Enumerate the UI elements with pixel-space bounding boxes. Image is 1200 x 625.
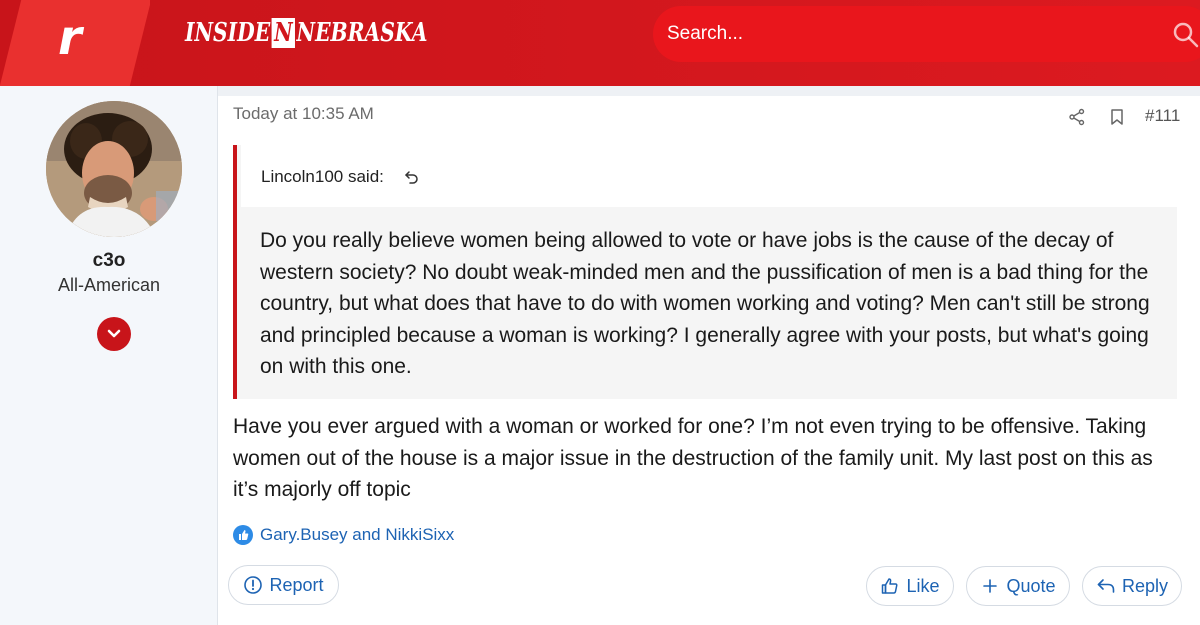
username[interactable]: c3o [0, 250, 218, 272]
user-title: All-American [57, 275, 161, 295]
quote-block: Lincoln100 said: Do you really believe w… [233, 145, 1181, 399]
avatar[interactable] [46, 101, 182, 237]
brand-right: NEBRASKA [296, 18, 428, 48]
logo-letter: r [58, 10, 82, 66]
brand-wordmark[interactable]: INSIDE N NEBRASKA [185, 18, 427, 48]
reply-button[interactable]: Reply [1082, 566, 1182, 606]
bookmark-icon[interactable] [1108, 108, 1126, 126]
report-label: Report [269, 574, 324, 595]
post-body-text: Have you ever argued with a woman or wor… [233, 415, 1153, 501]
brand-left: INSIDE [185, 18, 271, 48]
reactions-users-link[interactable]: Gary.Busey and NikkiSixx [260, 525, 454, 545]
jump-to-quote-icon[interactable] [404, 169, 420, 185]
user-extras-toggle[interactable] [97, 317, 131, 351]
reply-label: Reply [1121, 575, 1169, 596]
post-number[interactable]: #111 [1145, 106, 1180, 126]
search-bar [653, 6, 1200, 62]
brand-n-mark: N [271, 18, 295, 48]
quote-text: Do you really believe women being allowe… [260, 229, 1150, 378]
reply-arrow-icon [1097, 579, 1115, 593]
thumbs-up-icon [882, 578, 898, 594]
site-header: r INSIDE N NEBRASKA [0, 0, 1200, 86]
post-timestamp[interactable]: Today at 10:35 AM [233, 104, 374, 124]
avatar-image [46, 101, 182, 237]
quote-header: Lincoln100 said: [241, 145, 1181, 207]
like-button[interactable]: Like [866, 566, 954, 606]
report-button[interactable]: Report [228, 565, 339, 605]
quote-button[interactable]: Quote [966, 566, 1070, 606]
search-input[interactable] [667, 20, 1147, 48]
chevron-down-icon [107, 329, 121, 338]
like-label: Like [906, 575, 940, 596]
search-icon[interactable] [1171, 20, 1200, 50]
quote-label: Quote [1006, 575, 1056, 596]
like-reaction-icon [233, 525, 253, 545]
report-icon [244, 576, 263, 594]
plus-icon [983, 579, 998, 593]
site-logo[interactable]: r [0, 0, 150, 86]
share-icon[interactable] [1068, 108, 1086, 126]
quote-author[interactable]: Lincoln100 said: [261, 167, 384, 187]
